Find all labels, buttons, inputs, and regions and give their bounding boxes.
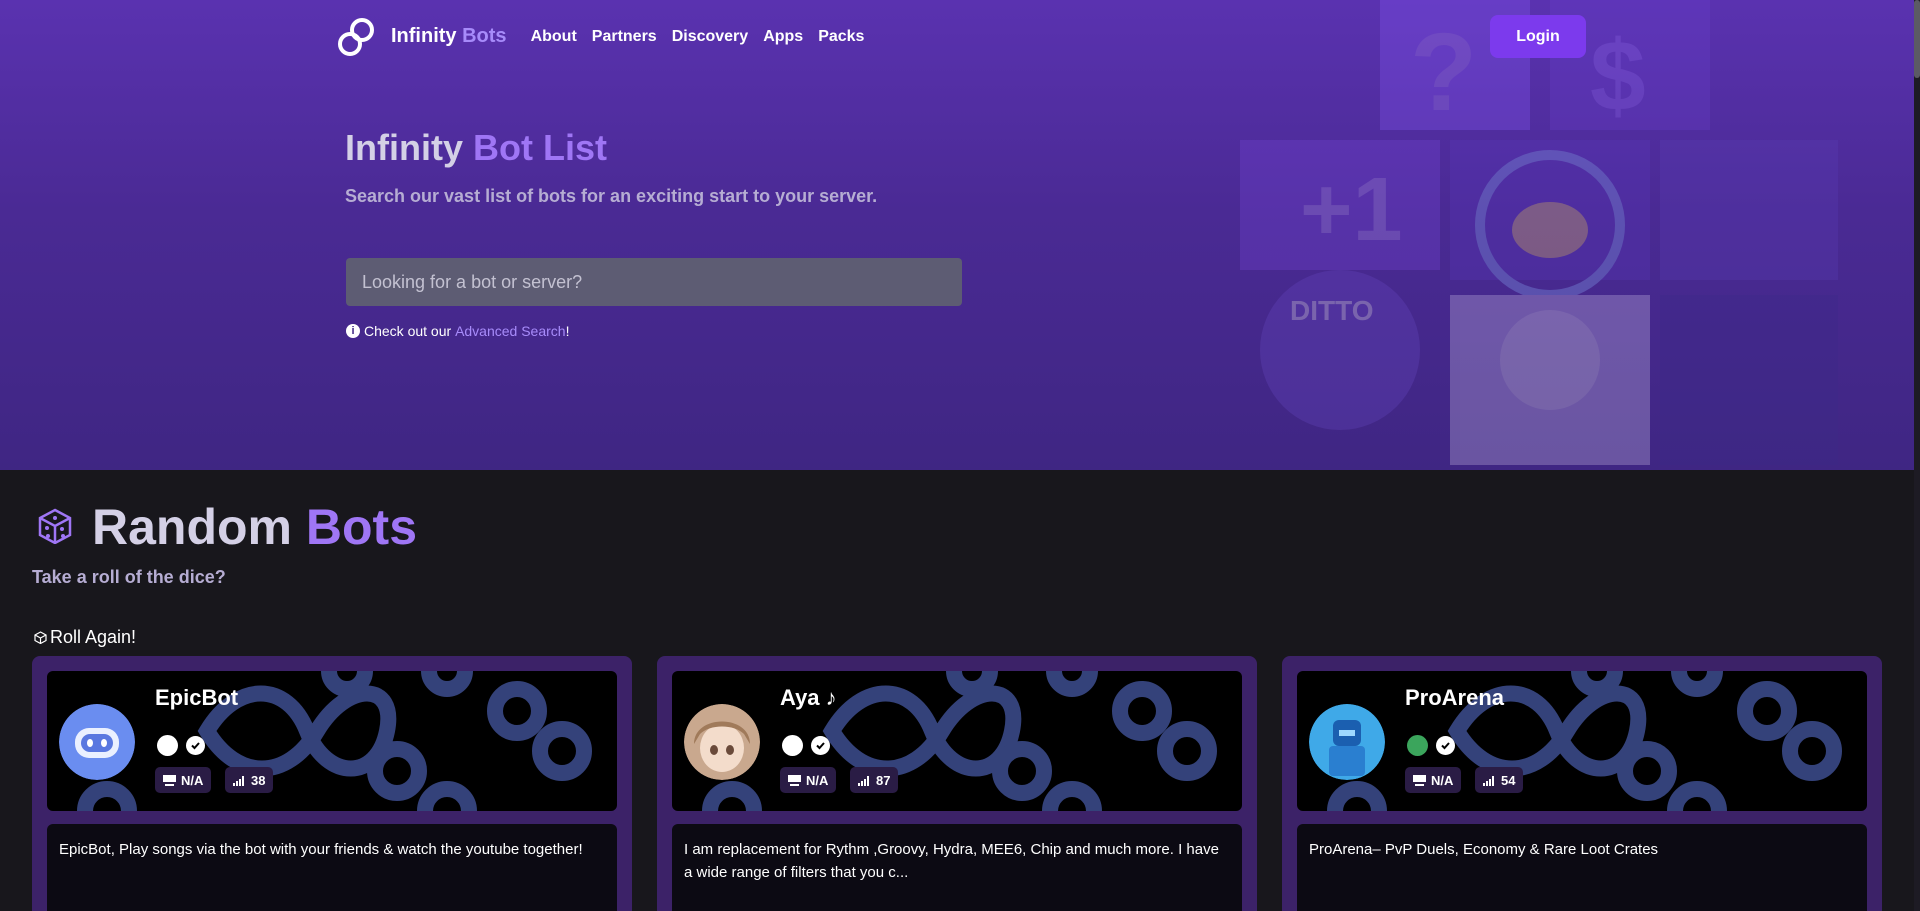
nav-about[interactable]: About xyxy=(531,28,577,46)
shards-chip: N/A xyxy=(780,767,837,793)
signal-icon xyxy=(233,776,244,786)
verified-icon xyxy=(186,736,205,755)
verified-icon xyxy=(1436,736,1455,755)
bot-name[interactable]: Aya ♪ xyxy=(780,685,837,711)
advanced-prefix: Check out our xyxy=(364,323,452,339)
bot-banner: Aya ♪ N/A 87 xyxy=(672,671,1242,811)
signal-icon xyxy=(1483,776,1494,786)
server-icon xyxy=(1413,775,1426,786)
random-title-accent: Bots xyxy=(305,499,418,555)
random-title-text: Random xyxy=(92,499,292,555)
verified-icon xyxy=(811,736,830,755)
login-button[interactable]: Login xyxy=(1490,15,1586,58)
search-input[interactable] xyxy=(346,258,962,306)
bot-card[interactable]: ProArena N/A 54 ProArena– PvP Duels, Eco… xyxy=(1282,656,1882,911)
bot-card[interactable]: Aya ♪ N/A 87 I am replacement for Rythm … xyxy=(657,656,1257,911)
scrollbar[interactable] xyxy=(1914,0,1920,911)
signal-icon xyxy=(858,776,869,786)
svg-text:DITTO: DITTO xyxy=(1290,295,1373,326)
servers-value: 54 xyxy=(1501,772,1516,788)
nav-discovery[interactable]: Discovery xyxy=(672,28,749,46)
status-dot xyxy=(782,735,803,756)
servers-value: 87 xyxy=(876,772,891,788)
advanced-search-hint: i Check out our Advanced Search! xyxy=(346,323,569,339)
info-icon: i xyxy=(346,324,360,338)
aya-avatar-icon xyxy=(684,704,760,780)
svg-text:$: $ xyxy=(1590,20,1646,132)
shards-chip: N/A xyxy=(155,767,212,793)
scroll-thumb[interactable] xyxy=(1914,0,1920,78)
bot-description: ProArena– PvP Duels, Economy & Rare Loot… xyxy=(1297,824,1867,911)
advanced-suffix: ! xyxy=(565,323,570,339)
nav-apps[interactable]: Apps xyxy=(763,28,803,46)
advanced-search-link[interactable]: Advanced Search xyxy=(455,323,566,339)
svg-text:+1: +1 xyxy=(1300,160,1403,260)
bot-avatar xyxy=(59,704,135,780)
shards-value: N/A xyxy=(1431,772,1454,788)
servers-chip: 87 xyxy=(850,767,899,793)
bot-description: I am replacement for Rythm ,Groovy, Hydr… xyxy=(672,824,1242,911)
brand-accent: Bots xyxy=(462,25,507,47)
status-dot xyxy=(157,735,178,756)
bot-avatar xyxy=(1309,704,1385,780)
svg-text:?: ? xyxy=(1410,11,1477,134)
proarena-avatar-icon xyxy=(1309,704,1385,780)
bot-card[interactable]: EpicBot N/A 38 EpicBot, Play songs via t… xyxy=(32,656,632,911)
bot-banner: ProArena N/A 54 xyxy=(1297,671,1867,811)
server-icon xyxy=(163,775,176,786)
servers-chip: 38 xyxy=(225,767,274,793)
shards-value: N/A xyxy=(181,772,204,788)
roll-again-button[interactable]: Roll Again! xyxy=(34,627,136,648)
random-bots-title: Random Bots xyxy=(92,498,417,556)
dice-icon xyxy=(38,508,72,544)
shards-value: N/A xyxy=(806,772,829,788)
hero-section: ? $ +1 DITTO Infinity Bots About Partner… xyxy=(0,0,1914,470)
servers-chip: 54 xyxy=(1475,767,1524,793)
dice-small-icon xyxy=(34,631,47,644)
nav-packs[interactable]: Packs xyxy=(818,28,864,46)
nav-partners[interactable]: Partners xyxy=(592,28,657,46)
hero-background-art: ? $ +1 DITTO xyxy=(1240,0,1838,465)
bot-description: EpicBot, Play songs via the bot with you… xyxy=(47,824,617,911)
roll-again-label: Roll Again! xyxy=(50,627,137,647)
servers-value: 38 xyxy=(251,772,266,788)
status-dot xyxy=(1407,735,1428,756)
infinity-logo-icon[interactable] xyxy=(335,16,377,58)
server-icon xyxy=(788,775,801,786)
bot-name[interactable]: ProArena xyxy=(1405,685,1504,711)
hero-subtitle: Search our vast list of bots for an exci… xyxy=(345,186,878,206)
bot-name[interactable]: EpicBot xyxy=(155,685,238,711)
bot-banner: EpicBot N/A 38 xyxy=(47,671,617,811)
brand-text: Infinity xyxy=(391,25,457,47)
page-title: Infinity Bot List xyxy=(345,127,607,169)
brand-name[interactable]: Infinity Bots xyxy=(391,25,507,48)
title-text: Infinity xyxy=(345,127,463,168)
top-nav: Infinity Bots About Partners Discovery A… xyxy=(335,14,879,59)
bot-avatar xyxy=(684,704,760,780)
shards-chip: N/A xyxy=(1405,767,1462,793)
title-accent: Bot List xyxy=(473,127,607,168)
random-bots-subtitle: Take a roll of the dice? xyxy=(32,567,226,587)
epicbot-avatar-icon xyxy=(59,704,135,780)
